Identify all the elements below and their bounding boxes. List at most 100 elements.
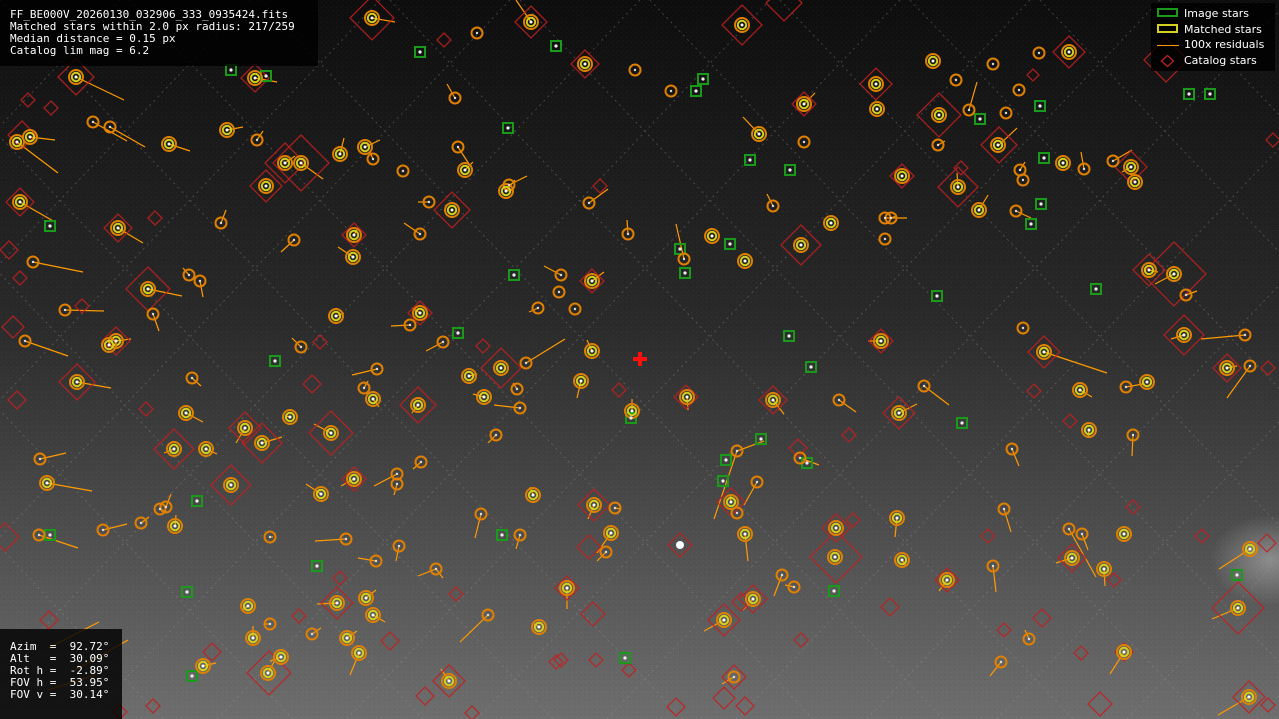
star-point xyxy=(260,441,264,445)
matched-star-swatch-icon xyxy=(1157,24,1178,33)
star-point xyxy=(829,221,833,225)
star-point xyxy=(1122,532,1126,536)
star-point xyxy=(1037,51,1041,55)
star-point xyxy=(264,184,268,188)
star-point xyxy=(931,59,935,63)
star-point xyxy=(63,308,67,312)
star-point xyxy=(494,433,498,437)
star-point xyxy=(441,340,445,344)
star-point xyxy=(1247,695,1251,699)
star-point xyxy=(922,384,926,388)
star-point xyxy=(1236,606,1240,610)
star-point xyxy=(1124,385,1128,389)
star-point xyxy=(357,651,361,655)
star-point xyxy=(434,567,438,571)
star-point xyxy=(1087,428,1091,432)
star-point xyxy=(771,398,775,402)
star-point xyxy=(255,138,259,142)
star-point xyxy=(229,483,233,487)
star-point xyxy=(710,234,714,238)
star-point xyxy=(75,380,79,384)
star-point xyxy=(1182,333,1186,337)
star-point xyxy=(370,16,374,20)
star-point xyxy=(1243,333,1247,337)
star-point xyxy=(1078,388,1082,392)
star-field-canvas xyxy=(0,0,1279,719)
star-point xyxy=(996,143,1000,147)
star-point xyxy=(757,132,761,136)
star-point xyxy=(524,361,528,365)
star-point xyxy=(799,243,803,247)
star-point xyxy=(139,521,143,525)
star-point xyxy=(590,279,594,283)
star-point xyxy=(1208,92,1212,96)
star-point xyxy=(279,655,283,659)
bright-star xyxy=(676,541,684,549)
star-point xyxy=(977,208,981,212)
star-point xyxy=(518,406,522,410)
star-point xyxy=(74,75,78,79)
star-point xyxy=(683,271,687,275)
star-point xyxy=(623,656,627,660)
star-point xyxy=(299,345,303,349)
star-point xyxy=(529,20,533,24)
star-point xyxy=(408,323,412,327)
star-point xyxy=(28,135,32,139)
star-point xyxy=(1147,268,1151,272)
star-point xyxy=(395,472,399,476)
star-point xyxy=(1002,507,1006,511)
star-point xyxy=(630,409,634,413)
star-point xyxy=(669,89,673,93)
legend-label: 100x residuals xyxy=(1184,38,1265,51)
star-point xyxy=(1122,650,1126,654)
star-point xyxy=(735,511,739,515)
star-point xyxy=(456,331,460,335)
star-point xyxy=(172,447,176,451)
legend-label: Image stars xyxy=(1184,7,1249,20)
star-point xyxy=(107,343,111,347)
star-point xyxy=(504,189,508,193)
star-point xyxy=(479,512,483,516)
star-point xyxy=(371,613,375,617)
star-point xyxy=(751,597,755,601)
star-point xyxy=(456,145,460,149)
star-point xyxy=(587,201,591,205)
star-point xyxy=(187,273,191,277)
star-point xyxy=(834,526,838,530)
star-point xyxy=(694,89,698,93)
star-point xyxy=(889,216,893,220)
star-point xyxy=(956,185,960,189)
pointing-info-panel: Azim = 92.72° Alt = 30.09° Rot h = -2.89… xyxy=(0,629,122,719)
star-point xyxy=(1067,527,1071,531)
star-point xyxy=(486,613,490,617)
star-point xyxy=(364,596,368,600)
star-point xyxy=(573,307,577,311)
star-point xyxy=(395,482,399,486)
star-point xyxy=(38,457,42,461)
star-point xyxy=(1129,165,1133,169)
star-point xyxy=(1131,433,1135,437)
star-point xyxy=(879,339,883,343)
star-point xyxy=(1004,111,1008,115)
star-point xyxy=(1018,168,1022,172)
star-point xyxy=(204,447,208,451)
legend-label: Catalog stars xyxy=(1184,54,1257,67)
star-point xyxy=(419,460,423,464)
star-point xyxy=(266,671,270,675)
star-point xyxy=(735,449,739,453)
star-point xyxy=(299,161,303,165)
star-point xyxy=(682,257,686,261)
star-point xyxy=(515,387,519,391)
star-point xyxy=(246,604,250,608)
star-point xyxy=(219,221,223,225)
star-point xyxy=(507,183,511,187)
star-point xyxy=(1248,364,1252,368)
star-point xyxy=(158,507,162,511)
star-point xyxy=(792,585,796,589)
star-point xyxy=(937,113,941,117)
image-star-swatch-icon xyxy=(1157,8,1178,17)
star-point xyxy=(837,398,841,402)
star-point xyxy=(685,395,689,399)
star-point xyxy=(151,312,155,316)
star-point xyxy=(329,431,333,435)
